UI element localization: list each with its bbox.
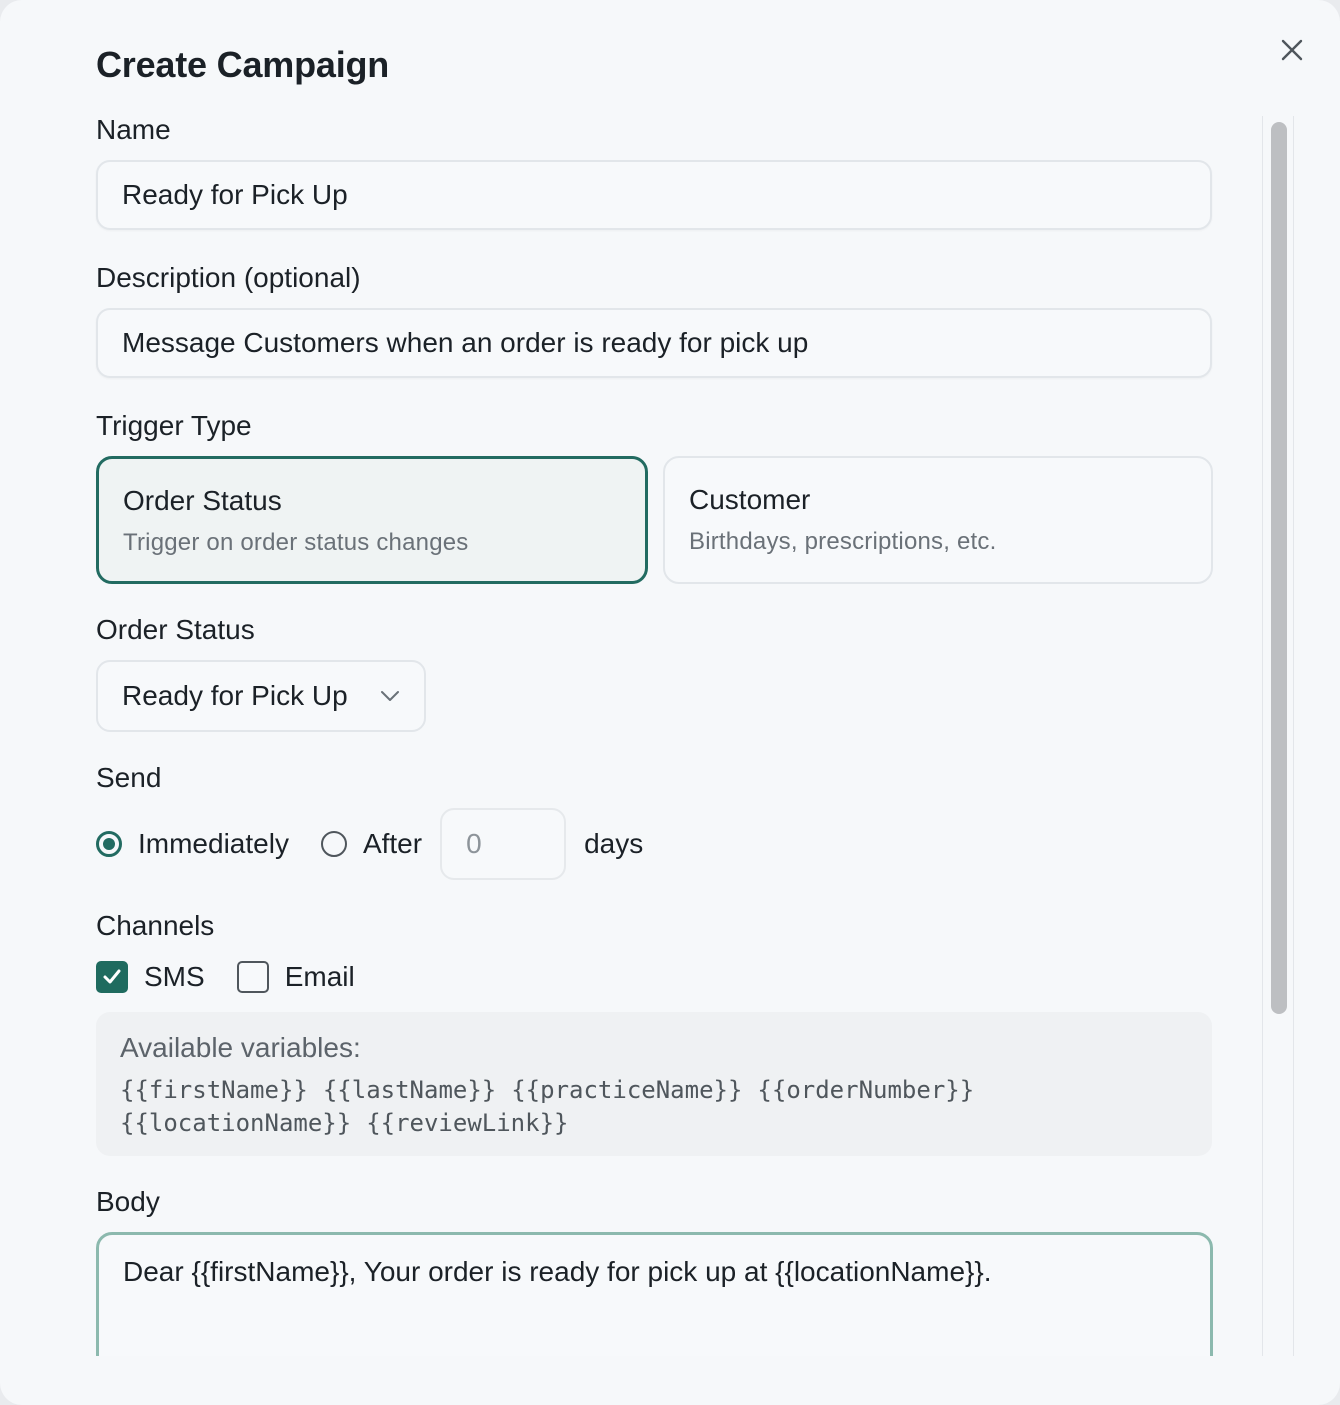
description-label: Description (optional): [96, 262, 361, 293]
chevron-down-icon: [381, 691, 399, 701]
body-textarea[interactable]: Dear {{firstName}}, Your order is ready …: [96, 1232, 1213, 1356]
send-options: Immediately After 0 days: [96, 808, 643, 880]
radio-immediately[interactable]: [96, 831, 122, 857]
trigger-option-title: Order Status: [123, 485, 282, 516]
create-campaign-modal: Create Campaign Name Ready for Pick Up D…: [0, 0, 1340, 1405]
description-input-value: Message Customers when an order is ready…: [122, 327, 809, 358]
send-label: Send: [96, 762, 162, 793]
trigger-option-subtitle: Birthdays, prescriptions, etc.: [689, 528, 997, 555]
variables-title: Available variables:: [120, 1032, 361, 1063]
trigger-option-order-status[interactable]: Order Status Trigger on order status cha…: [96, 456, 648, 584]
close-icon: [1281, 39, 1303, 61]
description-input[interactable]: Message Customers when an order is ready…: [96, 308, 1212, 378]
variable-item: {{lastName}}: [322, 1076, 497, 1104]
radio-after[interactable]: [320, 831, 347, 857]
checkmark-icon: [103, 969, 121, 984]
radio-immediately-label[interactable]: Immediately: [138, 828, 289, 860]
modal-title: Create Campaign: [96, 44, 390, 85]
name-label: Name: [96, 114, 171, 145]
radio-after-label[interactable]: After: [363, 828, 422, 860]
form-scroll-area[interactable]: Name Ready for Pick Up Description (opti…: [0, 110, 1262, 1356]
name-input[interactable]: Ready for Pick Up: [96, 160, 1212, 230]
trigger-option-title: Customer: [689, 484, 811, 515]
trigger-option-customer[interactable]: Customer Birthdays, prescriptions, etc.: [663, 456, 1213, 584]
channel-options: SMS Email: [96, 960, 355, 994]
order-status-select[interactable]: Ready for Pick Up: [96, 660, 426, 732]
variable-item: {{reviewLink}}: [366, 1109, 569, 1137]
close-button[interactable]: [1272, 30, 1312, 70]
variable-item: {{firstName}}: [120, 1076, 308, 1104]
sms-label[interactable]: SMS: [144, 961, 205, 993]
variable-item: {{practiceName}}: [511, 1076, 743, 1104]
email-checkbox[interactable]: [236, 961, 269, 993]
channels-label: Channels: [96, 910, 215, 941]
order-status-label: Order Status: [96, 614, 255, 645]
trigger-option-subtitle: Trigger on order status changes: [123, 529, 469, 556]
variable-item: {{orderNumber}}: [757, 1076, 975, 1104]
days-input-value: 0: [466, 828, 482, 859]
name-input-value: Ready for Pick Up: [122, 179, 348, 210]
body-label: Body: [96, 1186, 160, 1217]
trigger-type-label: Trigger Type: [96, 410, 252, 441]
available-variables-panel: Available variables: {{firstName}} {{las…: [96, 1012, 1212, 1156]
email-label[interactable]: Email: [285, 961, 355, 993]
sms-checkbox[interactable]: [96, 961, 128, 993]
order-status-selected-value: Ready for Pick Up: [122, 680, 348, 711]
variable-item: {{locationName}}: [120, 1109, 352, 1137]
variables-list: {{firstName}} {{lastName}} {{practiceNam…: [120, 1074, 1020, 1140]
days-input[interactable]: 0: [440, 808, 567, 880]
days-label: days: [584, 828, 644, 859]
scrollbar-thumb[interactable]: [1271, 122, 1287, 1014]
scrollbar-track[interactable]: [1262, 116, 1294, 1356]
body-textarea-value: Dear {{firstName}}, Your order is ready …: [123, 1256, 992, 1287]
